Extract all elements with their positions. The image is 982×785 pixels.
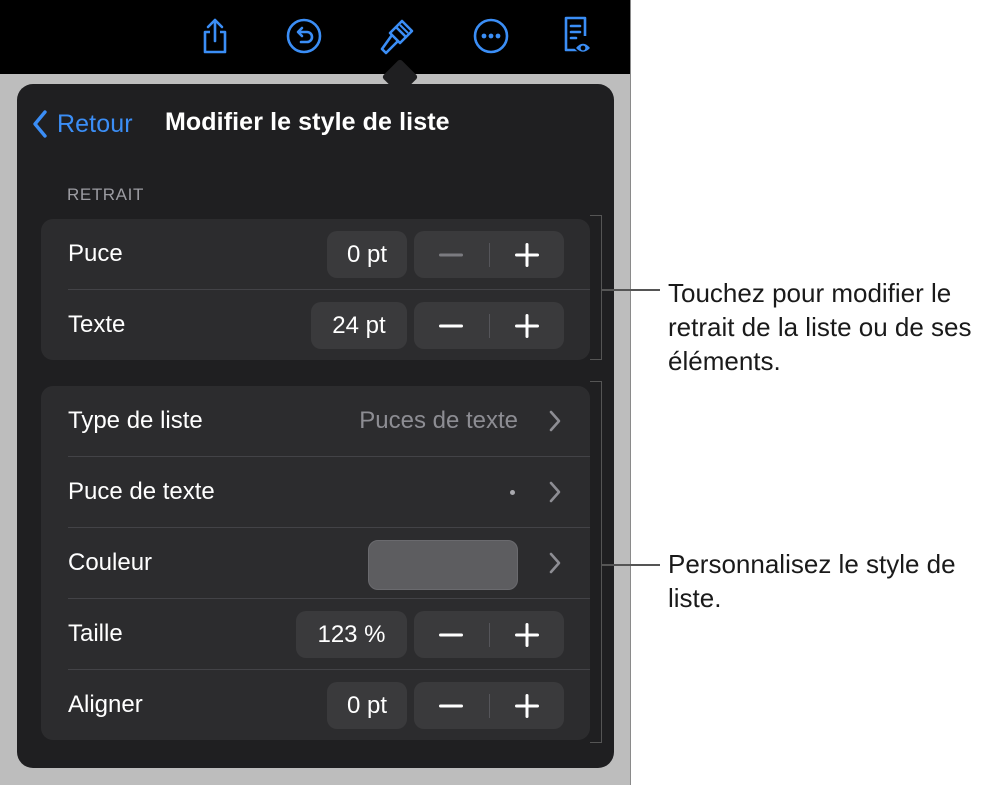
text-indent-row: Texte 24 pt — [41, 290, 590, 361]
format-paintbrush-icon — [380, 19, 414, 55]
format-button[interactable] — [378, 14, 418, 58]
reading-view-icon — [564, 16, 592, 54]
plus-icon — [514, 693, 539, 718]
more-icon — [473, 18, 509, 54]
text-bullet-label: Puce de texte — [68, 478, 215, 505]
list-type-label: Type de liste — [68, 407, 203, 434]
list-type-row[interactable]: Type de liste Puces de texte — [41, 386, 590, 457]
indent-callout-bracket — [590, 215, 602, 360]
indent-group: Puce 0 pt Texte 24 pt — [41, 219, 590, 360]
chevron-left-icon — [33, 110, 47, 138]
list-type-value: Puces de texte — [359, 407, 518, 434]
chevron-right-icon — [549, 481, 561, 503]
text-indent-decrement-button[interactable] — [414, 302, 489, 349]
share-icon — [203, 18, 227, 54]
bullet-indent-value[interactable]: 0 pt — [327, 231, 407, 278]
back-button[interactable]: Retour — [31, 106, 133, 142]
bullet-indent-label: Puce — [68, 240, 123, 267]
minus-icon — [439, 324, 464, 327]
plus-icon — [514, 622, 539, 647]
minus-icon — [439, 704, 464, 707]
text-indent-increment-button[interactable] — [490, 302, 565, 349]
size-increment-button[interactable] — [490, 611, 565, 658]
align-label: Aligner — [68, 691, 143, 718]
align-increment-button[interactable] — [490, 682, 565, 729]
share-button[interactable] — [195, 14, 235, 58]
size-decrement-button[interactable] — [414, 611, 489, 658]
align-row: Aligner 0 pt — [41, 670, 590, 741]
minus-icon — [439, 253, 464, 256]
undo-button[interactable] — [284, 14, 324, 58]
reading-view-button[interactable] — [558, 14, 598, 58]
bullet-indent-increment-button[interactable] — [490, 231, 565, 278]
size-label: Taille — [68, 620, 123, 647]
style-callout-text: Personnalisez le style de liste. — [668, 549, 956, 613]
style-callout-bracket — [590, 381, 602, 743]
text-indent-label: Texte — [68, 311, 126, 338]
bullet-indent-row: Puce 0 pt — [41, 219, 590, 290]
indent-callout-text: Touchez pour modifier le retrait de la l… — [668, 278, 972, 376]
chevron-right-icon — [549, 410, 561, 432]
minus-icon — [439, 633, 464, 636]
indent-callout-line — [602, 289, 660, 291]
text-indent-value[interactable]: 24 pt — [311, 302, 407, 349]
bullet-indent-decrement-button[interactable] — [414, 231, 489, 278]
top-toolbar — [0, 0, 631, 74]
text-indent-stepper — [414, 302, 564, 349]
color-label: Couleur — [68, 549, 153, 576]
bullet-indent-stepper — [414, 231, 564, 278]
popover-nav-bar: Retour Modifier le style de liste — [17, 84, 614, 164]
back-button-label: Retour — [57, 109, 133, 138]
color-swatch[interactable] — [368, 540, 518, 590]
plus-icon — [514, 313, 539, 338]
size-value[interactable]: 123 % — [296, 611, 407, 658]
size-row: Taille 123 % — [41, 599, 590, 670]
align-value[interactable]: 0 pt — [327, 682, 407, 729]
size-stepper — [414, 611, 564, 658]
screen-edge — [630, 0, 631, 785]
style-callout-line — [602, 564, 660, 566]
more-button[interactable] — [471, 14, 511, 58]
indent-section-header: RETRAIT — [67, 185, 144, 204]
plus-icon — [514, 242, 539, 267]
popover-title: Modifier le style de liste — [165, 108, 450, 136]
list-style-group: Type de liste Puces de texte Puce de tex… — [41, 386, 590, 740]
align-stepper — [414, 682, 564, 729]
align-decrement-button[interactable] — [414, 682, 489, 729]
list-style-popover: Retour Modifier le style de liste RETRAI… — [17, 84, 614, 768]
chevron-right-icon — [549, 552, 561, 574]
color-row[interactable]: Couleur — [41, 528, 590, 599]
undo-icon — [286, 18, 322, 54]
text-bullet-row[interactable]: Puce de texte — [41, 457, 590, 528]
text-bullet-preview — [510, 490, 515, 495]
